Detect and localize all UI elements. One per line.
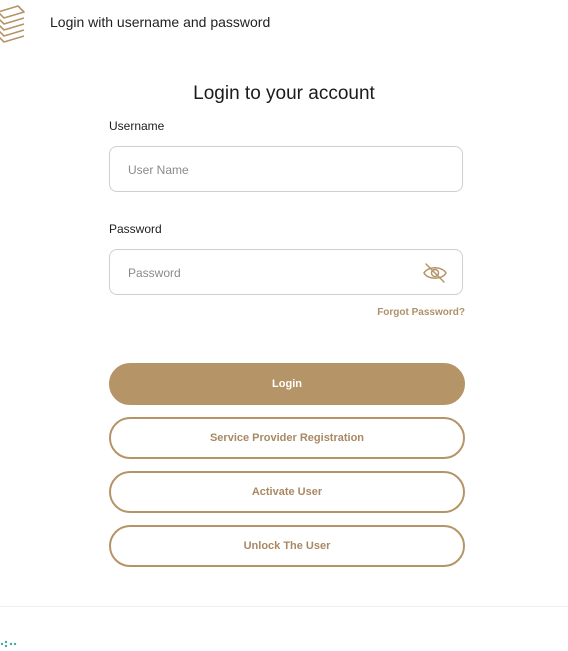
logo-icon <box>0 5 25 43</box>
header-title: Login with username and password <box>50 14 271 30</box>
password-label: Password <box>109 222 162 236</box>
footer-logo-icon <box>0 640 18 650</box>
username-label: Username <box>109 119 165 133</box>
activate-user-button[interactable]: Activate User <box>109 471 465 513</box>
eye-off-icon[interactable] <box>422 262 448 284</box>
unlock-user-button[interactable]: Unlock The User <box>109 525 465 567</box>
footer-divider <box>0 606 568 607</box>
page-header: Login with username and password <box>0 0 568 48</box>
forgot-password-link[interactable]: Forgot Password? <box>377 307 465 318</box>
username-field[interactable] <box>109 146 463 193</box>
form-title: Login to your account <box>193 83 375 104</box>
username-input[interactable] <box>126 147 420 193</box>
login-button[interactable]: Login <box>109 363 465 405</box>
password-input[interactable] <box>126 250 420 296</box>
password-field[interactable] <box>109 249 463 296</box>
service-provider-registration-button[interactable]: Service Provider Registration <box>109 417 465 459</box>
